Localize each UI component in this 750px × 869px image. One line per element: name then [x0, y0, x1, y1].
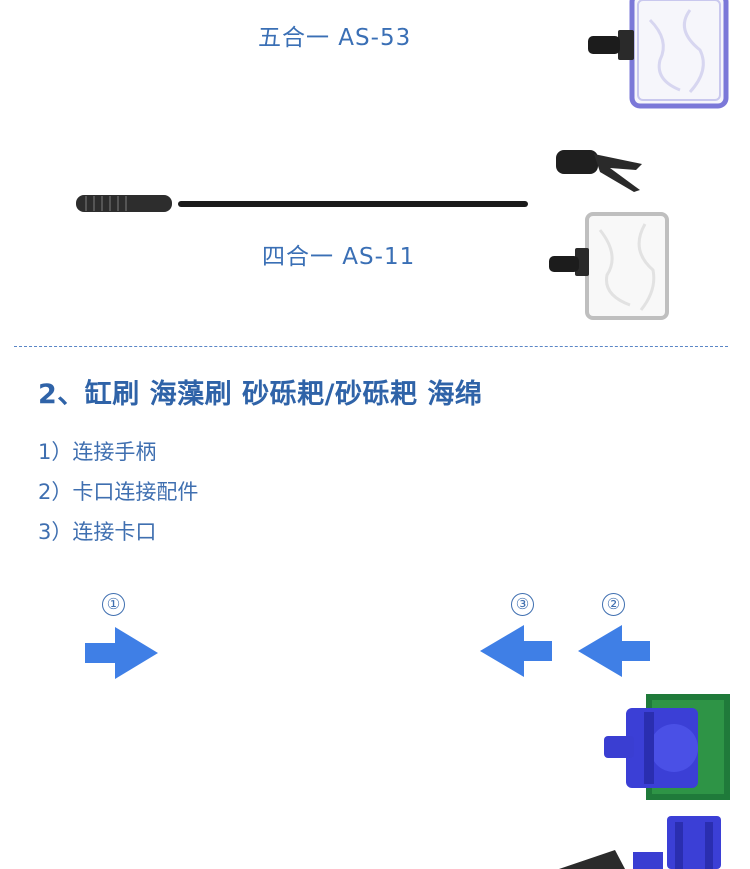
arrow-left-icon	[578, 625, 650, 677]
step-1: 1）连接手柄	[38, 440, 157, 464]
arrow-right-icon	[85, 627, 158, 679]
marker-1: ①	[102, 593, 125, 616]
marker-3: ③	[511, 593, 534, 616]
step-3: 3）连接卡口	[38, 520, 157, 544]
arrow-left-icon	[480, 625, 552, 677]
step-2: 2）卡口连接配件	[38, 480, 199, 504]
handle-pole-image	[76, 195, 528, 212]
gravel-rake-head-image	[556, 150, 642, 192]
caption-five-in-one: 五合一 AS-53	[258, 25, 412, 51]
fish-net-white-image	[549, 212, 669, 320]
blue-clip-attachment-image	[559, 816, 721, 869]
caption-four-in-one: 四合一 AS-11	[262, 244, 416, 270]
sponge-scrubber-image	[604, 694, 730, 800]
marker-2: ②	[602, 593, 625, 616]
section-divider	[14, 346, 728, 347]
section-heading: 2、缸刷 海藻刷 砂砾耙/砂砾耙 海绵	[38, 379, 483, 410]
fish-net-purple-image	[588, 0, 729, 109]
